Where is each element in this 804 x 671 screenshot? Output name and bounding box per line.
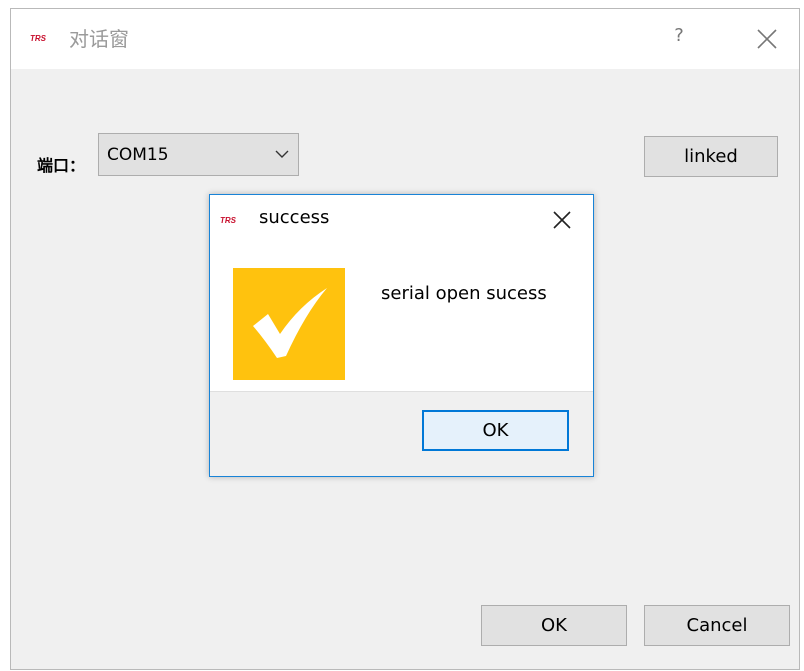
message-box-footer: OK [210, 391, 593, 476]
cancel-button[interactable]: Cancel [644, 605, 790, 646]
app-logo: TRS [30, 34, 46, 43]
port-combobox-value: COM15 [107, 145, 169, 165]
linked-button[interactable]: linked [644, 136, 778, 177]
success-icon [233, 268, 345, 380]
message-box-ok-button[interactable]: OK [422, 410, 569, 451]
success-message-box: TRS success serial open sucess OK [209, 194, 594, 477]
message-box-close-button[interactable] [550, 208, 574, 232]
message-box-logo: TRS [220, 216, 236, 225]
checkmark-icon [253, 288, 327, 358]
close-icon [757, 29, 777, 49]
help-button[interactable]: ? [667, 25, 691, 53]
close-button[interactable] [751, 23, 783, 55]
port-combobox[interactable]: COM15 [98, 133, 299, 176]
message-text: serial open sucess [381, 283, 547, 304]
ok-button[interactable]: OK [481, 605, 627, 646]
message-box-title: success [259, 207, 330, 228]
close-icon [553, 211, 571, 229]
port-label: 端口： [37, 156, 86, 175]
title-bar[interactable]: TRS 对话窗 ? [11, 9, 799, 69]
chevron-down-icon [275, 150, 289, 158]
window-title: 对话窗 [69, 27, 129, 51]
